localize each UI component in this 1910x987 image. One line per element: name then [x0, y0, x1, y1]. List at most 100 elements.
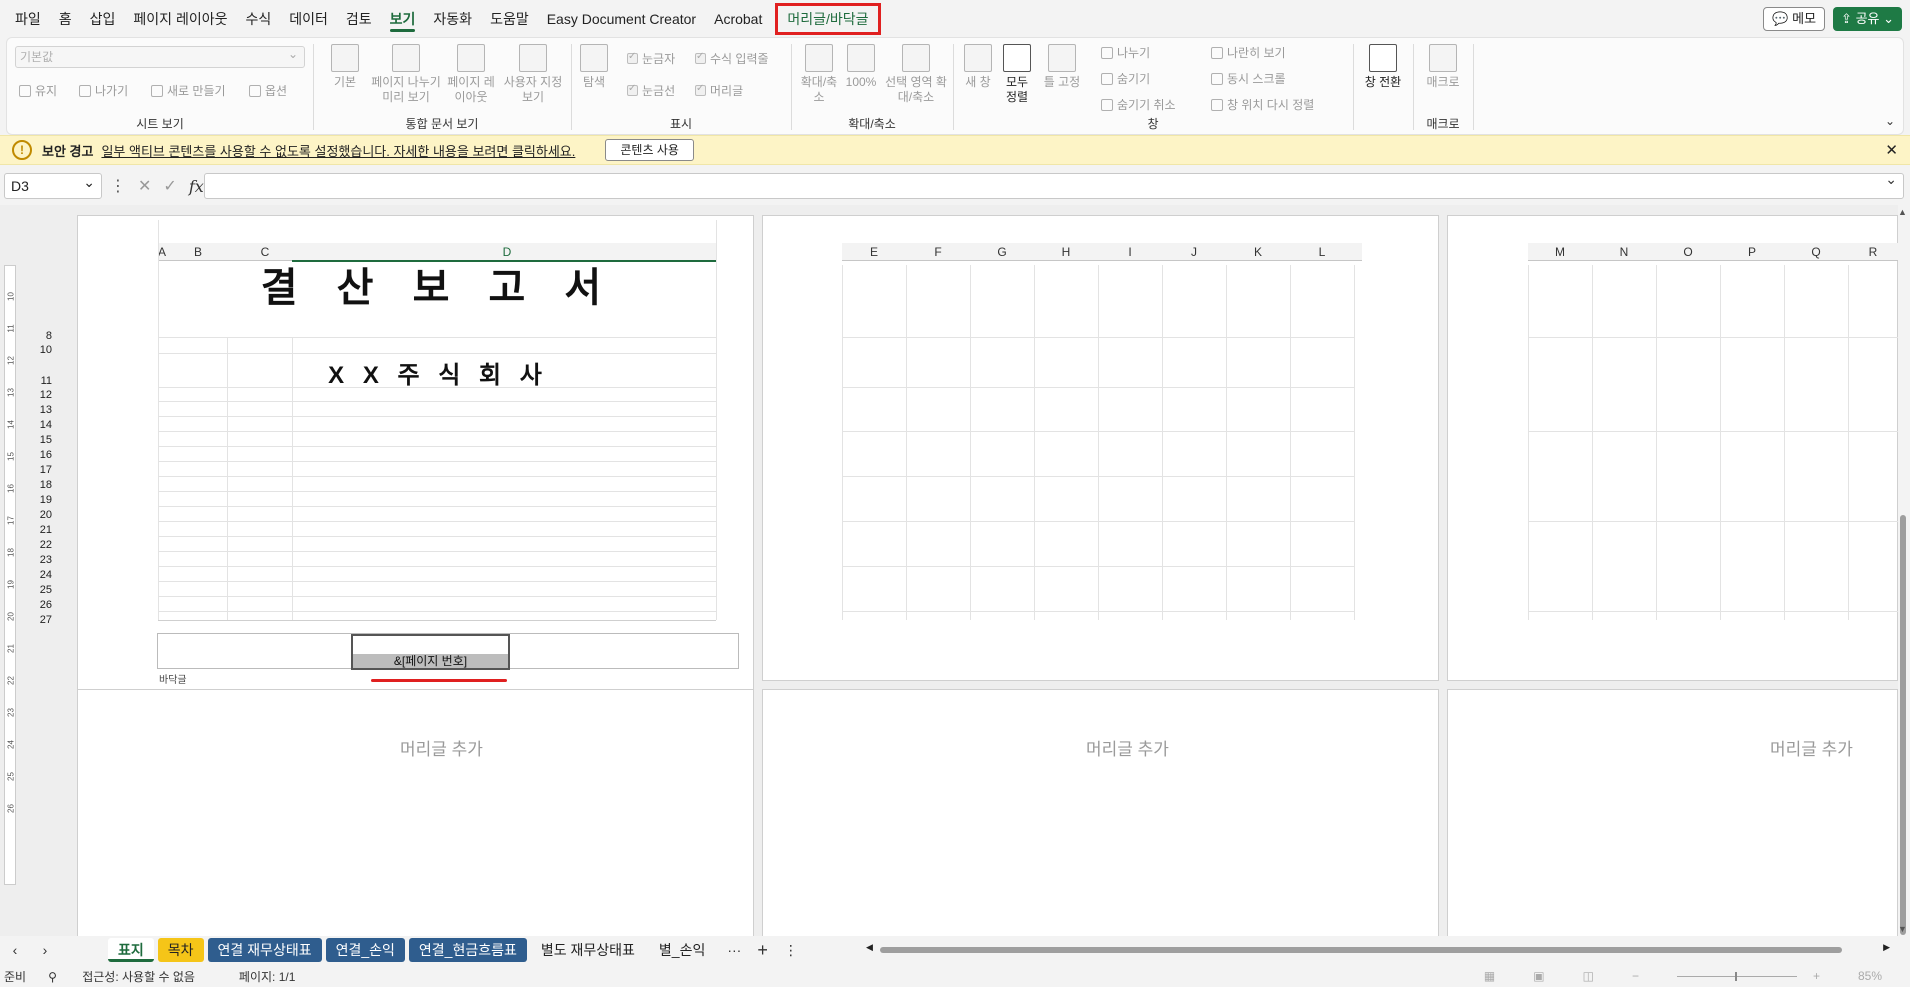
column-header-o[interactable]: O [1656, 245, 1720, 259]
row-header-10[interactable]: 10 [20, 344, 52, 356]
sheet-tab-contents[interactable]: 목차 [157, 938, 204, 962]
horizontal-scrollbar[interactable]: ◀ ▶ [866, 942, 1890, 955]
menu-insert[interactable]: 삽입 [81, 4, 125, 34]
menu-help[interactable]: 도움말 [481, 4, 538, 34]
column-header-k[interactable]: K [1226, 245, 1290, 259]
add-sheet-icon[interactable]: + [749, 940, 776, 961]
menu-view[interactable]: 보기 [381, 4, 425, 34]
row-header-23[interactable]: 23 [20, 554, 52, 566]
row-header-15[interactable]: 15 [20, 434, 52, 446]
footer-center-section[interactable]: &[페이지 번호] [351, 634, 510, 670]
menu-review[interactable]: 검토 [337, 4, 381, 34]
sheet-view-combo[interactable]: 기본값 [15, 44, 305, 68]
column-header-p[interactable]: P [1720, 245, 1784, 259]
row-header-17[interactable]: 17 [20, 464, 52, 476]
enable-content-button[interactable]: 콘텐츠 사용 [605, 139, 694, 161]
row-header-25[interactable]: 25 [20, 584, 52, 596]
freeze-panes-button[interactable]: 틀 고정 [1039, 44, 1085, 90]
row-header-26[interactable]: 26 [20, 599, 52, 611]
page-break-status-icon[interactable]: ◫ [1583, 969, 1594, 983]
row-header-19[interactable]: 19 [20, 494, 52, 506]
column-header-l[interactable]: L [1290, 245, 1354, 259]
column-header-h[interactable]: H [1034, 245, 1098, 259]
scroll-right-icon[interactable]: ▶ [1883, 942, 1890, 953]
scroll-down-icon[interactable]: ▼ [1898, 924, 1907, 934]
sheet-tab-separate-income[interactable]: 별_손익 [649, 938, 715, 962]
menu-acrobat[interactable]: Acrobat [705, 4, 771, 34]
switch-windows-button[interactable]: 창 전환 [1359, 44, 1407, 90]
new-sheet-view-button[interactable]: 새로 만들기 [151, 82, 226, 99]
arrange-all-button[interactable]: 모두 정렬 [999, 44, 1035, 105]
column-header-j[interactable]: J [1162, 245, 1226, 259]
next-sheet-icon[interactable]: › [30, 942, 60, 958]
row-header-22[interactable]: 22 [20, 539, 52, 551]
row-header-18[interactable]: 18 [20, 479, 52, 491]
navigation-button[interactable]: 탐색 [579, 44, 609, 90]
menu-file[interactable]: 파일 [6, 4, 50, 34]
column-header-i[interactable]: I [1098, 245, 1162, 259]
gridlines-checkbox[interactable]: 눈금선 [627, 82, 675, 99]
sheet-tab-cover[interactable]: 표지 [108, 938, 154, 962]
column-header-g[interactable]: G [970, 245, 1034, 259]
page-break-preview-button[interactable]: 페이지 나누기 미리 보기 [369, 44, 443, 105]
unhide-button[interactable]: 숨기기 취소 [1101, 96, 1176, 113]
row-header-20[interactable]: 20 [20, 509, 52, 521]
normal-view-status-icon[interactable]: ▦ [1484, 969, 1495, 983]
menu-page-layout[interactable]: 페이지 레이아웃 [124, 4, 236, 34]
sheet-tab-consolidated-balance[interactable]: 연결 재무상태표 [207, 938, 322, 962]
macros-button[interactable]: 매크로 [1421, 44, 1465, 90]
row-header-16[interactable]: 16 [20, 449, 52, 461]
vertical-scroll-thumb[interactable] [1900, 515, 1906, 935]
sheet-tab-consolidated-cashflow[interactable]: 연결_현금흐름표 [408, 938, 527, 962]
formula-bar-checkbox[interactable]: 수식 입력줄 [695, 50, 769, 67]
exit-button[interactable]: 나가기 [79, 82, 128, 99]
options-button[interactable]: 옵션 [249, 82, 287, 99]
zoom-100-button[interactable]: 100% [841, 44, 881, 90]
row-header-13[interactable]: 13 [20, 404, 52, 416]
sheet-tab-consolidated-income[interactable]: 연결_손익 [325, 938, 405, 962]
scroll-up-icon[interactable]: ▲ [1898, 207, 1907, 217]
row-header-14[interactable]: 14 [20, 419, 52, 431]
column-header-r[interactable]: R [1848, 245, 1898, 259]
hide-button[interactable]: 숨기기 [1101, 70, 1150, 87]
column-header-n[interactable]: N [1592, 245, 1656, 259]
view-side-by-side-button[interactable]: 나란히 보기 [1211, 44, 1286, 61]
headings-checkbox[interactable]: 머리글 [695, 82, 743, 99]
menu-automate[interactable]: 자동화 [424, 4, 481, 34]
enter-icon[interactable]: ✓ [163, 176, 176, 196]
close-icon[interactable]: ✕ [1885, 141, 1898, 159]
company-name[interactable]: X X 주 식 회 사 [160, 355, 716, 390]
zoom-level[interactable]: 85% [1858, 969, 1882, 983]
insert-function-icon[interactable]: fx [189, 177, 204, 196]
keep-button[interactable]: 유지 [19, 82, 57, 99]
add-header-page-5[interactable]: 머리글 추가 [1086, 735, 1169, 760]
zoom-selection-button[interactable]: 선택 영역 확대/축소 [885, 44, 947, 105]
vertical-scrollbar[interactable]: ▲ ▼ [1898, 205, 1908, 936]
memo-button[interactable]: 💬 메모 [1763, 7, 1826, 31]
column-header-q[interactable]: Q [1784, 245, 1848, 259]
page-layout-status-icon[interactable]: ▣ [1533, 969, 1544, 983]
row-header-12[interactable]: 12 [20, 389, 52, 401]
zoom-slider[interactable] [1676, 971, 1797, 981]
reset-window-position-button[interactable]: 창 위치 다시 정렬 [1211, 96, 1314, 113]
accessibility-status[interactable]: ⚲ 접근성: 사용할 수 없음 [48, 968, 217, 985]
more-options-icon[interactable]: ⋮ [110, 176, 126, 196]
horizontal-scroll-thumb[interactable] [880, 947, 1842, 953]
custom-views-button[interactable]: 사용자 지정 보기 [497, 44, 569, 105]
more-sheets-icon[interactable]: ··· [719, 942, 749, 958]
page-layout-view-button[interactable]: 페이지 레이아웃 [445, 44, 497, 105]
formula-input[interactable] [204, 171, 1904, 199]
column-header-f[interactable]: F [906, 245, 970, 259]
row-header-27[interactable]: 27 [20, 614, 52, 626]
menu-formulas[interactable]: 수식 [236, 4, 280, 34]
add-header-page-4[interactable]: 머리글 추가 [400, 735, 483, 760]
share-button[interactable]: ⇪ 공유 ⌄ [1833, 7, 1902, 31]
page-number-field[interactable]: &[페이지 번호] [353, 654, 508, 668]
previous-sheet-icon[interactable]: ‹ [0, 942, 30, 958]
row-header-8[interactable]: 8 [20, 330, 52, 342]
security-message-link[interactable]: 일부 액티브 콘텐츠를 사용할 수 없도록 설정했습니다. 자세한 내용을 보려… [101, 141, 575, 160]
zoom-in-icon[interactable]: + [1813, 969, 1820, 983]
sheet-options-icon[interactable]: ⋮ [776, 942, 806, 959]
normal-view-button[interactable]: 기본 [325, 44, 365, 90]
split-button[interactable]: 나누기 [1101, 44, 1150, 61]
